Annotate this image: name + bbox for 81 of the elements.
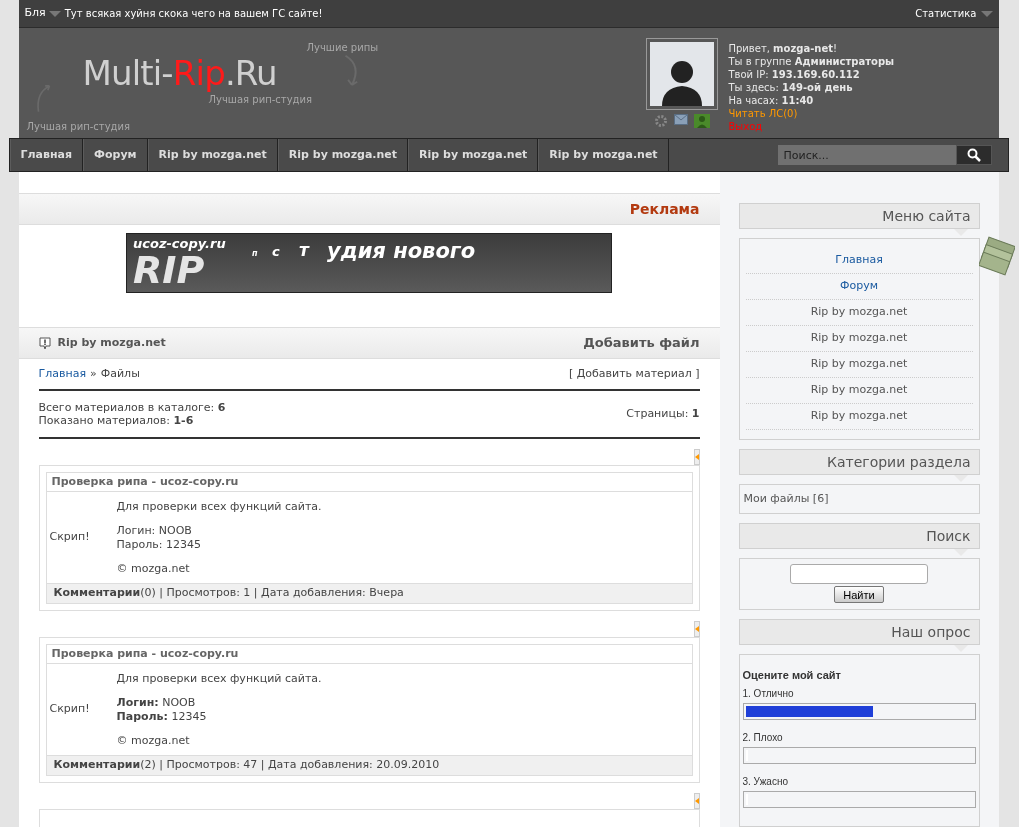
menu-dropdown[interactable]: Бля [24, 5, 61, 22]
sidebar-block-header: Поиск [738, 523, 980, 550]
nav-item[interactable]: Rip by mozga.net [408, 139, 539, 171]
post-text: Для проверки всех функций сайта. [116, 671, 322, 686]
search-button[interactable] [955, 145, 992, 165]
sidebar-menu-item[interactable]: Rip by mozga.net [745, 352, 973, 378]
user-info-line: Ты в группе Администраторы [728, 55, 895, 68]
sidebar-block-header: Наш опрос [738, 618, 980, 645]
post-text: Логин: NOOB [116, 523, 193, 538]
post-text: Для проверки всех функций сайта. [116, 499, 322, 514]
header-pointer [953, 549, 968, 557]
post-text: Пароль: 12345 [116, 537, 202, 552]
add-file-link[interactable]: Добавить файл [583, 333, 700, 353]
sidebar-menu-item[interactable]: Форум [745, 274, 973, 300]
nav-item[interactable]: Главная [9, 139, 84, 171]
sidebar-menu-item[interactable]: Главная [745, 248, 973, 274]
breadcrumb-separator: » [90, 365, 97, 382]
banner-text: т [299, 239, 309, 262]
nav-item[interactable]: Форум [83, 139, 148, 171]
money-stack-icon [978, 235, 1015, 277]
post-meta: Комментарии(0) | Просмотров: 1 | Дата добавления: Вчера [53, 585, 404, 602]
header-note: Лучшие рипы [306, 41, 379, 55]
poll-option-label: 1. Отлично [742, 687, 795, 701]
sidebar-menu-item[interactable]: Rip by mozga.net [745, 300, 973, 326]
post-text: Пароль: 12345 [116, 709, 208, 724]
sidebar-search-field[interactable] [790, 564, 928, 585]
header-pointer [953, 475, 968, 482]
search-field[interactable]: Поиск... [777, 145, 956, 165]
catalog-stat: Всего материалов в каталоге: 6 [38, 401, 226, 414]
header-pointer [953, 644, 968, 652]
collapse-tab-icon[interactable] [693, 793, 700, 809]
poll-option-label: 3. Ужасно [742, 775, 789, 789]
banner-text: ucoz-copy.ru [133, 235, 226, 253]
user-info-line: Ты здесь: 149-ой день [728, 81, 854, 94]
user-link[interactable]: Читать ЛС(0) [728, 107, 895, 120]
post-title[interactable]: Проверка рипа - ucoz-copy.ru [46, 473, 692, 492]
stats-dropdown[interactable]: Статистика [915, 6, 993, 21]
banner-text: удия нового [327, 238, 476, 265]
catalog-stat: Показано материалов: 1-6 [38, 414, 195, 427]
post-side-text: Скрип! [48, 529, 91, 546]
find-button[interactable]: Найти [834, 586, 884, 604]
nav-item[interactable]: Rip by mozga.net [147, 139, 278, 171]
nav-item[interactable]: Rip by mozga.net [538, 139, 669, 171]
poll-question: Оцените мой сайт [742, 667, 842, 683]
nav-item[interactable]: Rip by mozga.net [277, 139, 409, 171]
sidebar-block-header: Меню сайта [738, 203, 980, 229]
breadcrumb-link[interactable]: Главная [38, 365, 86, 383]
user-info-line: Привет, mozga-net! [728, 42, 838, 55]
post-text: © mozga.net [116, 561, 191, 576]
section-header: Реклама [18, 193, 720, 225]
header-note: Лучшая рип-студия [26, 120, 130, 134]
alert-icon [38, 336, 51, 350]
users-icon[interactable] [693, 114, 710, 128]
site-logo[interactable]: Multi-Rip.Ru [82, 56, 277, 90]
banner-text: с [272, 243, 280, 261]
post-text: Логин: NOOB [116, 695, 197, 710]
ad-banner[interactable]: ucoz-copy.ru RIP п с т удия нового [126, 233, 612, 293]
post-side-text: Скрип! [48, 701, 91, 718]
user-info-line: Твой IP: 193.169.60.112 [728, 68, 861, 81]
collapse-tab-icon[interactable] [693, 621, 700, 637]
post-meta: Комментарии(2) | Просмотров: 47 | Дата добавления: 20.09.2010 [53, 757, 440, 774]
sidebar-menu-item[interactable]: Rip by mozga.net [745, 326, 973, 352]
post-title[interactable]: Проверка рипа - ucoz-copy.ru [46, 645, 692, 664]
poll-option-label: 2. Плохо [742, 731, 784, 745]
ticker-text: Тут всякая хуйня скока чего на вашем ГС сайте! [64, 7, 323, 21]
breadcrumb-current: Файлы [100, 365, 140, 382]
banner-text: п [252, 248, 258, 260]
mail-icon[interactable] [673, 114, 688, 125]
pages-count: Страницы: 1 [626, 405, 700, 422]
search-icon [966, 148, 981, 162]
collapse-tab-icon[interactable] [693, 449, 700, 465]
header-pointer [953, 229, 968, 236]
post-text: © mozga.net [116, 733, 191, 748]
sidebar-block-header: Категории раздела [738, 449, 980, 475]
add-material-link[interactable]: [ Добавить материал ] [568, 365, 700, 383]
slogan: Лучшая рип-студия [208, 93, 312, 107]
user-info-line: На часах: 11:40 [728, 94, 815, 107]
category-link[interactable]: Мои файлы [6] [743, 490, 829, 508]
section-title: Rip by mozga.net [57, 334, 166, 351]
sidebar-menu-item[interactable]: Rip by mozga.net [745, 378, 973, 404]
sidebar-menu-item[interactable]: Rip by mozga.net [745, 404, 973, 430]
